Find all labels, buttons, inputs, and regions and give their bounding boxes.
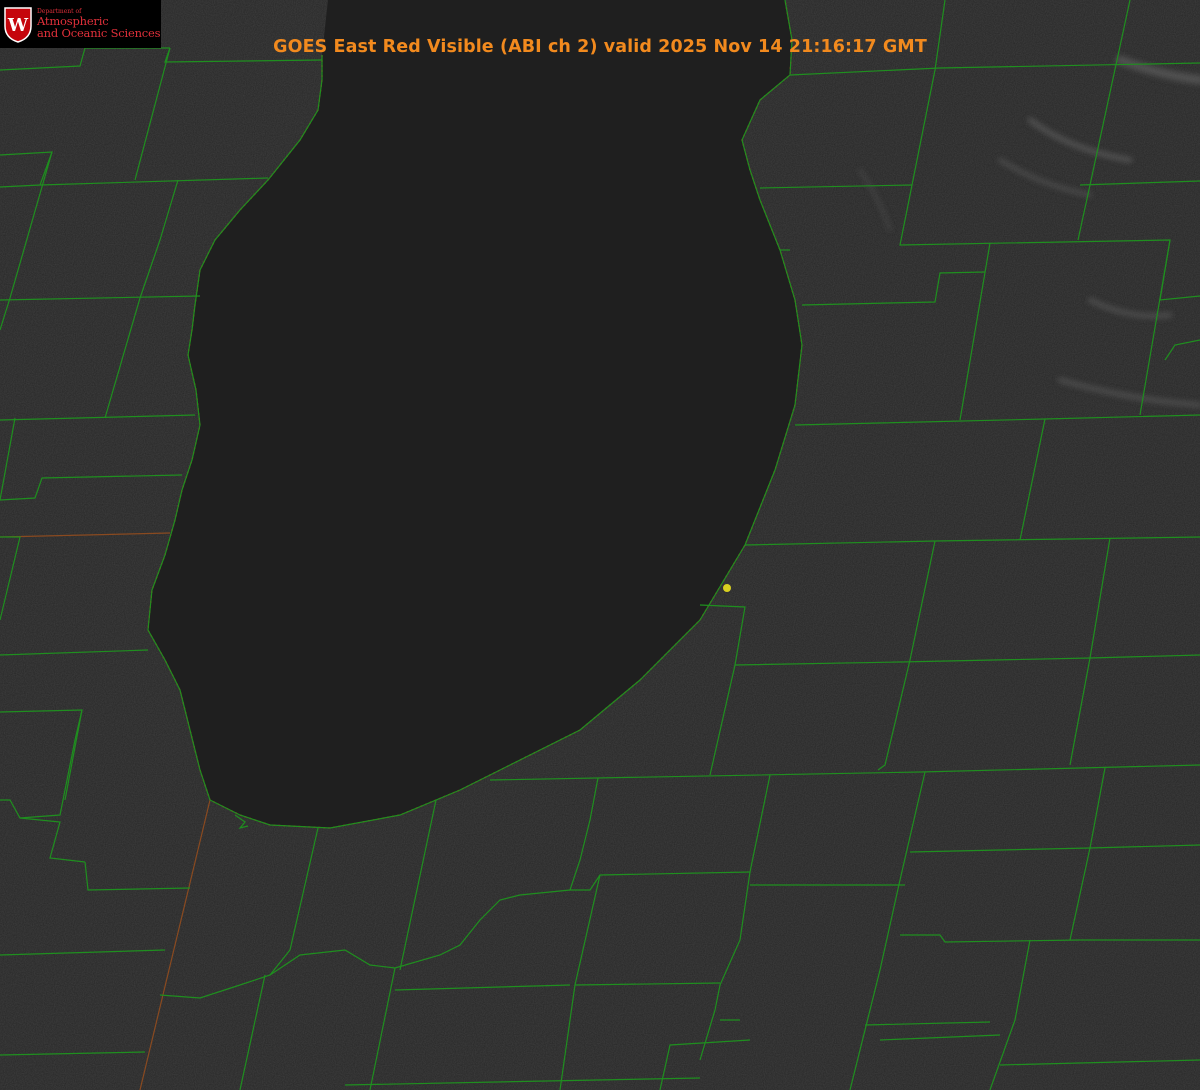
- image-title: GOES East Red Visible (ABI ch 2) valid 2…: [273, 37, 927, 57]
- location-marker[interactable]: [723, 584, 731, 592]
- seal-letter: W: [7, 15, 29, 36]
- satellite-map[interactable]: [0, 0, 1200, 1090]
